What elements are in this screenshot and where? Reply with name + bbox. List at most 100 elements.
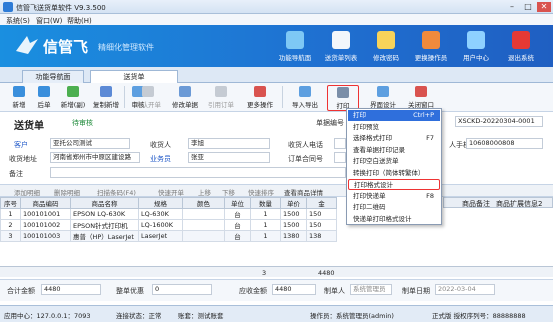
table-cell[interactable]: 150 [306, 208, 337, 220]
change-operator-button[interactable]: 更换操作员 [408, 29, 454, 65]
print-menu-item[interactable]: 快递单打印格式设计 [348, 214, 440, 225]
change-password-button[interactable]: 修改密码 [363, 29, 409, 65]
menu-item-label: 查看单据打印记录 [353, 145, 405, 154]
delivery-list-button[interactable]: 送货单列表 [318, 29, 364, 65]
table-cell[interactable]: 惠普（HP）LaserJet [70, 230, 139, 242]
table-cell[interactable]: 台 [224, 230, 251, 242]
address-field[interactable]: 河南省郑州市中原区建设路 [50, 152, 140, 163]
connection-status: 连接状态：正常 [116, 312, 162, 320]
table-cell[interactable]: 150 [306, 219, 337, 231]
table-cell[interactable]: EPSON针式打印机 [70, 219, 139, 231]
date-field[interactable]: 2022-03-04 [435, 284, 495, 295]
col-header[interactable]: 颜色 [182, 197, 225, 209]
table-row[interactable]: 1 100101001 EPSON LQ-630K LQ-630K 台 1 1500 150 [0, 208, 337, 220]
print-menu-item[interactable]: 打印格式设计 [348, 179, 440, 190]
table-cell[interactable]: 1 [0, 208, 21, 220]
close-button[interactable]: ✕ [537, 2, 551, 12]
col-header[interactable]: 单价 [280, 197, 307, 209]
table-cell[interactable]: 台 [224, 208, 251, 220]
discount-field[interactable]: 0 [152, 284, 212, 295]
col-header[interactable]: 金 [306, 197, 337, 209]
print-menu-item[interactable]: 选择格式打印 F7 [348, 133, 440, 144]
menu-item-label: 打印快递单 [353, 191, 386, 200]
table-cell[interactable]: 100101002 [20, 219, 71, 231]
move-up-button[interactable]: 上移 [198, 187, 211, 197]
print-menu-item[interactable]: 打印预览 [348, 122, 440, 133]
print-menu-item[interactable]: 打印快递单 F8 [348, 191, 440, 202]
col-header[interactable]: 数量 [250, 197, 281, 209]
window-title: 信管飞送货单软件 V9.3.500 [16, 4, 106, 12]
remark-field[interactable] [50, 167, 346, 178]
user-center-button[interactable]: 用户中心 [453, 29, 499, 65]
table-cell[interactable]: 1500 [280, 208, 307, 220]
more-actions-button[interactable]: 更多操作 [242, 85, 278, 111]
col-header[interactable]: 单位 [224, 197, 251, 209]
table-cell[interactable]: LQ-1600K [138, 219, 183, 231]
table-cell[interactable]: 1380 [280, 230, 307, 242]
table-cell[interactable]: 台 [224, 219, 251, 231]
exit-system-button[interactable]: 退出系统 [498, 29, 544, 65]
table-cell[interactable]: 1 [250, 230, 281, 242]
add-detail-button[interactable]: 添加明细 [14, 187, 40, 197]
reference-order-button[interactable]: 引用订单 [204, 85, 238, 111]
quick-order-button[interactable]: 快速开单 [158, 187, 184, 197]
col-header[interactable]: 规格 [138, 197, 183, 209]
table-cell[interactable]: EPSON LQ-630K [70, 208, 139, 220]
operator-status: 操作员：系统管理员(admin) [310, 312, 394, 320]
salesman-field[interactable]: 张亚 [188, 152, 270, 163]
print-menu-item[interactable]: 打印空白送货单 [348, 156, 440, 167]
menu-item-label: 打印空白送货单 [353, 157, 399, 165]
import-export-button[interactable]: 导入导出 [288, 85, 322, 111]
table-row[interactable]: 3 100101003 惠普（HP）LaserJet LaserJet 台 1 1380 13… [0, 230, 337, 242]
delete-detail-button[interactable]: 删除明细 [54, 187, 80, 197]
table-cell[interactable] [182, 208, 225, 220]
nav-panel-button[interactable]: 功能导航面 [272, 29, 318, 65]
table-cell[interactable]: 2 [0, 219, 21, 231]
next-button[interactable]: 后单 [32, 85, 56, 111]
receiver-tel-field[interactable] [334, 138, 346, 149]
account-status: 账套：测试账套 [178, 312, 224, 320]
new-copy-button[interactable]: 新增(副) [58, 85, 88, 111]
col-header[interactable]: 序号 [0, 197, 21, 209]
print-menu-item[interactable]: 转换打印（简体转繁体） [348, 168, 440, 179]
reference-icon [215, 86, 227, 97]
col-header[interactable]: 商品编码 [20, 197, 71, 209]
customer-field[interactable]: 亚托公司测试 [50, 138, 130, 149]
tab-delivery-note[interactable]: 送货单 [90, 70, 178, 83]
table-cell[interactable]: 138 [306, 230, 337, 242]
edit-order-button[interactable]: 修改单据 [168, 85, 202, 111]
table-cell[interactable]: LQ-630K [138, 208, 183, 220]
receiver-field[interactable]: 李旭 [188, 138, 270, 149]
new-button[interactable]: 新增 [6, 85, 32, 111]
table-cell[interactable]: 100101003 [20, 230, 71, 242]
order-sheet-field[interactable] [334, 152, 346, 163]
table-cell[interactable]: 1 [250, 219, 281, 231]
quick-sort-button[interactable]: 快速排序 [248, 187, 274, 197]
maximize-button[interactable]: □ [521, 2, 535, 12]
mobile-field[interactable]: 10608000808 [466, 138, 543, 149]
table-row[interactable]: 2 100101002 EPSON针式打印机 LQ-1600K 台 1 1500 150 [0, 219, 337, 231]
minimize-button[interactable]: – [505, 2, 519, 12]
brand-name: 信管飞 [43, 38, 89, 56]
col-header[interactable]: 商品名称 [70, 197, 139, 209]
copy-new-button[interactable]: 复制新增 [90, 85, 122, 111]
col-header[interactable]: 商品扩展信息2 [496, 199, 542, 209]
col-header[interactable]: 商品备注 [462, 199, 490, 209]
order-no-field[interactable]: XSCKD-20220304-0001 [455, 116, 543, 127]
scan-barcode-button[interactable]: 扫描条码(F4) [97, 187, 136, 197]
tab-nav-panel[interactable]: 功能导航面 [22, 70, 84, 83]
table-cell[interactable]: LaserJet [138, 230, 183, 242]
print-menu-item[interactable]: 打印二维码 [348, 202, 440, 213]
table-cell[interactable]: 1 [250, 208, 281, 220]
print-menu-item[interactable]: 打印 Ctrl+P [348, 110, 440, 121]
salesman-label: 业务员 [150, 155, 171, 163]
table-cell[interactable] [182, 219, 225, 231]
table-cell[interactable]: 3 [0, 230, 21, 242]
table-cell[interactable]: 1500 [280, 219, 307, 231]
confirm-order-button[interactable]: 确认开单 [130, 85, 166, 111]
table-cell[interactable]: 100101001 [20, 208, 71, 220]
table-cell[interactable] [182, 230, 225, 242]
print-menu-item[interactable]: 查看单据打印记录 [348, 145, 440, 156]
view-product-detail-button[interactable]: 查看商品详情 [284, 187, 323, 197]
move-down-button[interactable]: 下移 [222, 187, 235, 197]
